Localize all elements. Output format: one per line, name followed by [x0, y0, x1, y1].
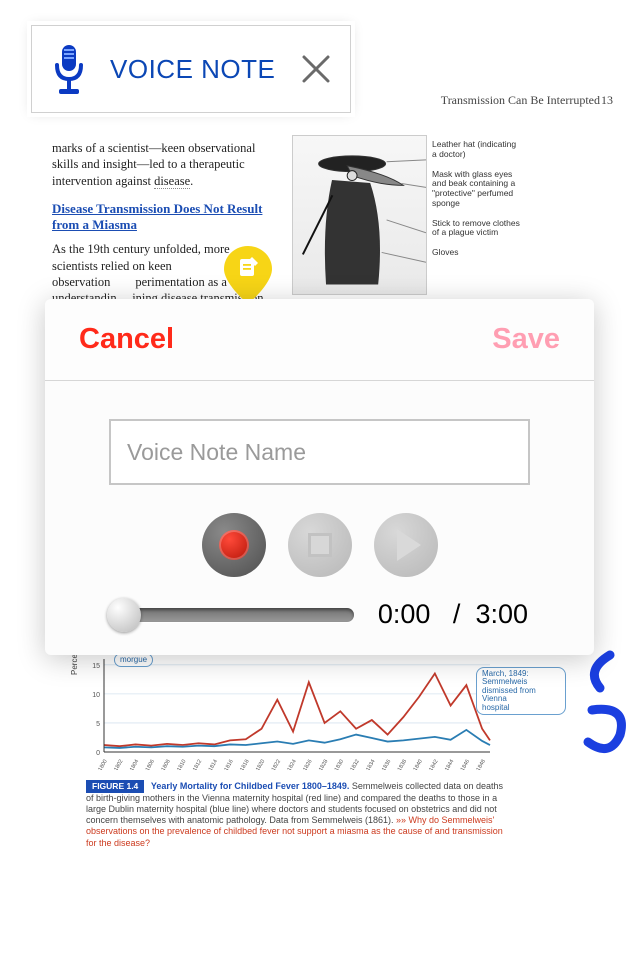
svg-text:1830: 1830	[334, 759, 345, 770]
svg-text:1846: 1846	[460, 759, 471, 770]
svg-text:1806: 1806	[145, 759, 156, 770]
play-icon	[397, 529, 421, 561]
svg-text:15: 15	[92, 663, 100, 670]
record-icon	[219, 530, 249, 560]
time-total: 3:00	[475, 599, 528, 629]
svg-text:1824: 1824	[287, 759, 298, 770]
svg-text:1838: 1838	[397, 759, 408, 770]
figure-tag: FIGURE 1.4	[86, 780, 144, 793]
section-heading: Disease Transmission Does Not Result fro…	[52, 201, 277, 234]
svg-text:1834: 1834	[365, 759, 376, 770]
svg-text:1836: 1836	[381, 759, 392, 770]
voice-note-recorder-modal: Cancel Save 0:00 / 3:00	[45, 299, 594, 655]
illustration-labels: Leather hat (indicatinga doctor) Mask wi…	[432, 140, 552, 268]
running-header: Transmission Can Be Interrupted 13	[441, 93, 600, 108]
page-number: 13	[601, 93, 613, 108]
svg-text:1808: 1808	[160, 759, 171, 770]
svg-text:1816: 1816	[224, 759, 235, 770]
figure-caption: FIGURE 1.4 Yearly Mortality for Childbed…	[86, 780, 506, 849]
time-separator: /	[453, 599, 461, 629]
time-display: 0:00 / 3:00	[378, 599, 528, 630]
running-header-text: Transmission Can Be Interrupted	[441, 93, 600, 107]
svg-text:0: 0	[96, 750, 100, 757]
close-icon[interactable]	[300, 53, 332, 85]
modal-toolbar: Cancel Save	[45, 299, 594, 381]
stop-icon	[308, 533, 332, 557]
svg-text:1848: 1848	[476, 759, 487, 770]
cancel-button[interactable]: Cancel	[79, 323, 174, 356]
svg-text:1832: 1832	[350, 759, 361, 770]
stop-button[interactable]	[288, 513, 352, 577]
time-current: 0:00	[378, 599, 431, 629]
scrubber-track[interactable]	[111, 608, 354, 622]
svg-text:1802: 1802	[113, 759, 124, 770]
play-button[interactable]	[374, 513, 438, 577]
note-pin-icon[interactable]	[224, 246, 272, 304]
svg-text:10: 10	[92, 692, 100, 699]
microphone-icon	[50, 43, 88, 95]
chart-callout-morgue: morgue	[114, 653, 153, 667]
voice-note-title: VOICE NOTE	[110, 54, 278, 85]
svg-text:1826: 1826	[302, 759, 313, 770]
svg-text:1842: 1842	[428, 759, 439, 770]
record-button[interactable]	[202, 513, 266, 577]
handwriting-scribble	[580, 650, 630, 781]
svg-text:1840: 1840	[413, 759, 424, 770]
save-button[interactable]: Save	[492, 323, 560, 356]
recorder-controls	[109, 513, 530, 577]
svg-text:5: 5	[96, 721, 100, 728]
svg-text:1800: 1800	[97, 759, 108, 770]
svg-text:1844: 1844	[444, 759, 455, 770]
para1-c: .	[190, 174, 193, 188]
svg-text:1814: 1814	[208, 759, 219, 770]
chart-callout-dismissed: March, 1849: Semmelweisdismissed from Vi…	[476, 667, 566, 715]
voice-note-name-input[interactable]	[109, 419, 530, 485]
voice-note-chip: VOICE NOTE	[31, 25, 351, 113]
svg-text:1804: 1804	[129, 759, 140, 770]
playback-timeline: 0:00 / 3:00	[109, 599, 530, 630]
scrubber-thumb[interactable]	[107, 598, 141, 632]
svg-text:1810: 1810	[176, 759, 187, 770]
svg-text:1822: 1822	[271, 759, 282, 770]
svg-text:1828: 1828	[318, 759, 329, 770]
mortality-chart: 0 5 10 15 1800 1802 1804 1806 1808 1810 1812 1814 18…	[86, 655, 494, 770]
svg-text:1820: 1820	[255, 759, 266, 770]
plague-doctor-illustration	[292, 135, 427, 295]
svg-text:1818: 1818	[239, 759, 250, 770]
figure-title: Yearly Mortality for Childbed Fever 1800…	[151, 781, 350, 791]
para1-b: disease	[154, 174, 190, 189]
svg-text:1812: 1812	[192, 759, 203, 770]
